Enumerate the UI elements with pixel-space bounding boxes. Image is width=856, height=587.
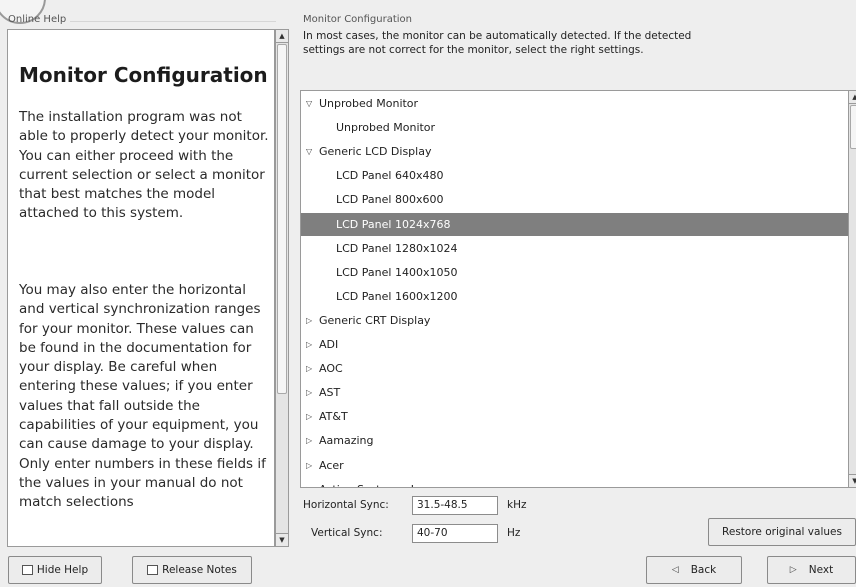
next-label: Next: [808, 564, 834, 576]
monitor-config-label: Monitor Configuration: [303, 14, 413, 25]
expanded-arrow-icon[interactable]: ▽: [306, 140, 312, 163]
monitor-list-item[interactable]: LCD Panel 800x600: [301, 188, 848, 211]
monitor-list-item[interactable]: LCD Panel 640x480: [301, 164, 848, 187]
monitor-list-item-label: Unprobed Monitor: [319, 97, 419, 110]
help-title: Monitor Configuration: [19, 63, 268, 87]
monitor-list-item-label: AOC: [319, 362, 343, 376]
monitor-list-item[interactable]: ▷ AOC: [301, 357, 848, 380]
restore-original-values-button[interactable]: Restore original values: [708, 518, 856, 546]
monitor-list-item[interactable]: Unprobed Monitor: [301, 116, 848, 139]
horizontal-sync-field[interactable]: 31.5-48.5: [412, 496, 498, 515]
intro-text: In most cases, the monitor can be automa…: [303, 30, 692, 56]
monitor-list-item-label: Generic LCD Display: [319, 145, 432, 159]
monitor-list-item[interactable]: ▷ Aamazing: [301, 429, 848, 452]
monitor-list-item-label: LCD Panel 640x480: [336, 169, 444, 183]
monitor-list-item[interactable]: ▷ ADI: [301, 333, 848, 356]
vertical-sync-label: Vertical Sync:: [311, 527, 383, 539]
list-scroll-down-icon[interactable]: ▼: [849, 474, 856, 487]
vertical-sync-unit: Hz: [507, 527, 521, 539]
monitor-list-item-label: LCD Panel 800x600: [336, 193, 444, 207]
collapsed-arrow-icon[interactable]: ▷: [306, 333, 312, 356]
vertical-sync-field[interactable]: 40-70: [412, 524, 498, 543]
next-button[interactable]: ▷ Next: [767, 556, 856, 584]
hide-help-label: Hide Help: [36, 564, 89, 576]
help-paragraph-1: The installation program was not able to…: [19, 109, 269, 222]
monitor-list-item-label: LCD Panel 1400x1050: [336, 265, 458, 279]
monitor-list-item-label: ADI: [319, 338, 339, 351]
monitor-list-item[interactable]: ▽ Unprobed Monitor: [301, 92, 848, 115]
monitor-list-item[interactable]: ▷ Generic CRT Display: [301, 309, 848, 332]
scroll-down-icon[interactable]: ▼: [276, 533, 288, 546]
monitor-list-item-label: Action Systems, Inc.: [319, 478, 430, 487]
collapsed-arrow-icon[interactable]: ▷: [306, 454, 312, 477]
list-scrollbar[interactable]: ▲ ▼: [848, 90, 856, 488]
help-paragraph-2: You may also enter the horizontal and ve…: [19, 282, 266, 511]
release-notes-label: Release Notes: [162, 564, 237, 576]
monitor-list-item[interactable]: ▷ Action Systems, Inc.: [301, 478, 848, 487]
scroll-up-icon[interactable]: ▲: [276, 30, 288, 43]
monitor-list-item[interactable]: LCD Panel 1600x1200: [301, 285, 848, 308]
hide-help-button[interactable]: Hide Help: [8, 556, 102, 584]
monitor-list-item[interactable]: ▷ Acer: [301, 454, 848, 477]
monitor-list-item[interactable]: LCD Panel 1280x1024: [301, 237, 848, 260]
horizontal-sync-unit: kHz: [507, 499, 527, 511]
header-divider: [70, 21, 276, 22]
notes-icon: [147, 565, 159, 575]
collapsed-arrow-icon[interactable]: ▷: [306, 381, 312, 404]
monitor-list-item-selected[interactable]: LCD Panel 1024x768: [301, 212, 848, 236]
list-scroll-up-icon[interactable]: ▲: [849, 91, 856, 104]
collapsed-arrow-icon[interactable]: ▷: [306, 357, 312, 380]
help-scrollbar[interactable]: ▲ ▼: [275, 29, 289, 547]
monitor-list-item-label: Unprobed Monitor: [336, 121, 436, 135]
monitor-list-item-label: Acer: [319, 458, 344, 472]
back-label: Back: [690, 564, 717, 576]
back-arrow-icon: ◁: [671, 565, 679, 575]
monitor-list-item-label: LCD Panel 1280x1024: [336, 241, 458, 255]
monitor-list-item-label: Generic CRT Display: [319, 313, 431, 327]
monitor-list-item-label: Aamazing: [319, 434, 374, 448]
monitor-list-item-label: LCD Panel 1024x768: [336, 217, 451, 231]
collapsed-arrow-icon[interactable]: ▷: [306, 405, 312, 428]
help-panel: Monitor Configuration The installation p…: [7, 29, 275, 547]
monitor-list[interactable]: ▽ Unprobed Monitor Unprobed Monitor ▽ Generi…: [300, 90, 849, 488]
list-scroll-thumb[interactable]: [850, 105, 856, 149]
online-help-label: Online Help: [8, 14, 67, 25]
expanded-arrow-icon[interactable]: ▽: [306, 92, 312, 115]
monitor-list-item-label: AST: [319, 386, 341, 400]
monitor-list-item[interactable]: ▷ AT&T: [301, 405, 848, 428]
help-scroll-thumb[interactable]: [277, 44, 287, 394]
next-arrow-icon: ▷: [789, 565, 797, 575]
monitor-list-item-label: AT&T: [319, 410, 348, 424]
collapsed-arrow-icon[interactable]: ▷: [306, 429, 312, 452]
help-box-icon: [21, 565, 33, 575]
monitor-list-item[interactable]: ▽ Generic LCD Display: [301, 140, 848, 163]
release-notes-button[interactable]: Release Notes: [132, 556, 252, 584]
monitor-list-item-label: LCD Panel 1600x1200: [336, 289, 458, 303]
monitor-list-item[interactable]: ▷ AST: [301, 381, 848, 404]
horizontal-sync-label: Horizontal Sync:: [303, 499, 389, 511]
collapsed-arrow-icon[interactable]: ▷: [306, 309, 312, 332]
monitor-list-item[interactable]: LCD Panel 1400x1050: [301, 261, 848, 284]
back-button[interactable]: ◁ Back: [646, 556, 742, 584]
collapsed-arrow-icon[interactable]: ▷: [306, 478, 312, 487]
